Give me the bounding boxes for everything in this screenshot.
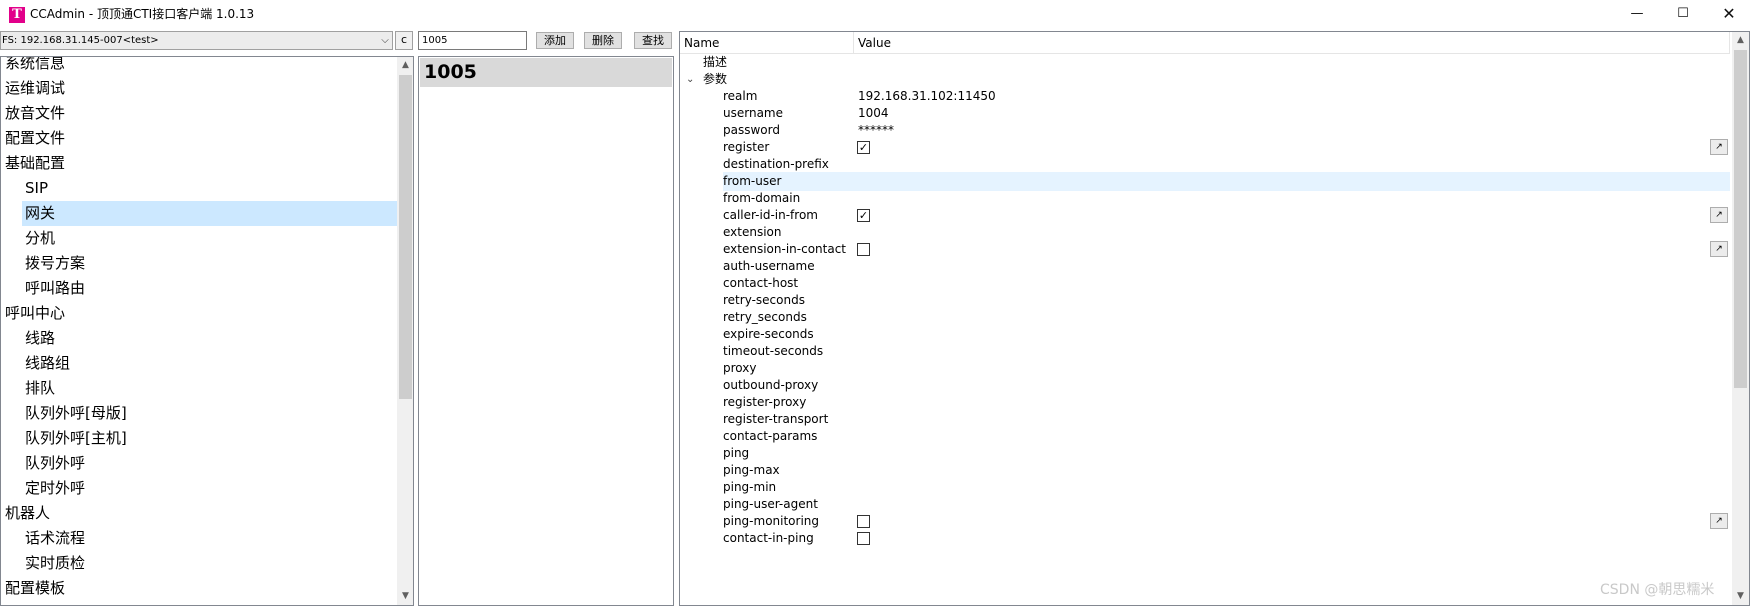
property-checkbox[interactable] [857,532,870,545]
list-item[interactable]: 1005 [420,58,672,87]
property-checkbox[interactable]: ✓ [857,209,870,222]
minimize-button[interactable]: — [1614,0,1660,28]
find-button[interactable]: 查找 [634,32,672,49]
property-checkbox[interactable]: ✓ [857,141,870,154]
tree-item[interactable]: 系统信息 [5,57,65,76]
tree-item[interactable]: 配置模板 [5,576,65,601]
refresh-button[interactable]: c [395,31,413,50]
maximize-button[interactable]: ☐ [1660,0,1706,28]
title-bar: T CCAdmin - 顶顶通CTI接口客户端 1.0.13 — ☐ ✕ [0,0,1752,28]
tree-item[interactable]: 队列外呼[主机] [25,426,127,451]
tree-item[interactable]: 网关 [22,201,397,226]
property-grid: Name Value 描述 ⌄ 参数 realm 192.168.31.102:1… [679,31,1750,606]
tree-item[interactable]: 呼叫路由 [25,276,85,301]
tree-item[interactable]: 分机 [25,226,55,251]
scroll-thumb[interactable] [399,75,412,399]
scroll-up-icon[interactable]: ▲ [397,57,413,74]
edit-value-button[interactable]: ↗ [1710,513,1728,529]
property-scrollbar[interactable]: ▲ ▼ [1732,32,1749,605]
close-button[interactable]: ✕ [1706,0,1752,28]
watermark: CSDN @朝思糯米 [1600,582,1715,598]
delete-button[interactable]: 删除 [584,32,622,49]
edit-value-button[interactable]: ↗ [1710,139,1728,155]
tree-item[interactable]: 话术流程 [25,526,85,551]
connection-select[interactable]: FS: 192.168.31.145-007<test> [0,31,393,50]
gateway-list: 1005 [418,56,674,606]
scroll-up-icon[interactable]: ▲ [1732,32,1749,49]
tree-item[interactable]: 队列外呼 [25,451,85,476]
property-checkbox[interactable] [857,243,870,256]
tree-item[interactable]: 基础配置 [5,151,65,176]
edit-value-button[interactable]: ↗ [1710,207,1728,223]
property-row[interactable]: contact-in-ping [680,529,1730,548]
tree-item[interactable]: 运维调试 [5,76,65,101]
tree-item[interactable]: 呼叫中心 [5,301,65,326]
scroll-down-icon[interactable]: ▼ [1732,588,1749,605]
tree-item[interactable]: 排队 [25,376,55,401]
add-button[interactable]: 添加 [536,32,574,49]
tree-item[interactable]: 配置文件 [5,126,65,151]
tree-item[interactable]: 实时质检 [25,551,85,576]
nav-tree: 系统信息 运维调试 放音文件 配置文件 基础配置 SIP 网关 分机 拨号方案 呼叫路由 呼叫中心线… [0,56,414,606]
tree-item[interactable]: 放音文件 [5,101,65,126]
tree-item[interactable]: 定时外呼 [25,476,85,501]
value-column-header[interactable]: Value [854,32,1730,54]
chevron-down-icon[interactable]: ⌵ [377,31,393,50]
tree-item[interactable]: 线路组 [25,351,70,376]
tree-item[interactable]: SIP [25,176,48,201]
window-title: CCAdmin - 顶顶通CTI接口客户端 1.0.13 [30,7,255,21]
tree-item[interactable]: 拨号方案 [25,251,85,276]
property-name: contact-in-ping [723,531,814,545]
app-logo-icon: T [9,7,25,23]
name-column-header[interactable]: Name [680,32,854,54]
name-input[interactable]: 1005 [418,31,527,50]
tree-scrollbar[interactable]: ▲ ▼ [397,57,413,605]
edit-value-button[interactable]: ↗ [1710,241,1728,257]
scroll-thumb[interactable] [1734,50,1747,388]
property-checkbox[interactable] [857,515,870,528]
tree-item[interactable]: 线路 [25,326,55,351]
tree-item[interactable]: 队列外呼[母版] [25,401,127,426]
scroll-down-icon[interactable]: ▼ [397,588,413,605]
tree-item[interactable]: 机器人 [5,501,50,526]
